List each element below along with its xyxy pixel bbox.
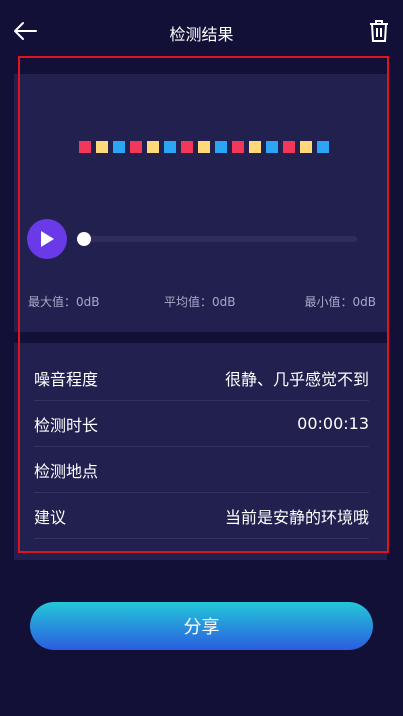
playback-progress-track[interactable] [84, 236, 357, 242]
share-button[interactable]: 分享 [30, 602, 373, 650]
page-title: 检测结果 [169, 25, 234, 44]
detail-value: 00:00:13 [297, 414, 369, 433]
level-square [300, 141, 312, 153]
level-square [232, 141, 244, 153]
level-indicator [79, 141, 329, 153]
detail-row-suggestion: 建议 当前是安静的环境哦 [34, 493, 369, 539]
level-square [249, 141, 261, 153]
playback-progress-knob[interactable] [77, 232, 91, 246]
detail-label: 噪音程度 [34, 369, 99, 389]
level-square [181, 141, 193, 153]
level-square [96, 141, 108, 153]
detail-label: 检测时长 [34, 415, 99, 435]
level-square [283, 141, 295, 153]
level-square [130, 141, 142, 153]
level-square [317, 141, 329, 153]
average-value: 平均值：0dB [164, 295, 236, 309]
level-square [215, 141, 227, 153]
min-value: 最小值：0dB [304, 295, 377, 309]
detail-label: 建议 [34, 507, 67, 527]
detail-value: 很静、几乎感觉不到 [224, 369, 369, 389]
detail-value: 当前是安静的环境哦 [224, 507, 369, 527]
level-square [198, 141, 210, 153]
level-square [164, 141, 176, 153]
trash-icon[interactable] [369, 19, 389, 43]
level-square [113, 141, 125, 153]
level-square [147, 141, 159, 153]
detail-row-location: 检测地点 [34, 447, 369, 493]
detail-label: 检测地点 [34, 461, 99, 481]
details-card: 噪音程度 很静、几乎感觉不到 检测时长 00:00:13 检测地点 建议 当前是… [14, 343, 387, 560]
detail-row-duration: 检测时长 00:00:13 [34, 401, 369, 447]
recording-card: 最大值：0dB 平均值：0dB 最小值：0dB [14, 74, 387, 332]
level-square [79, 141, 91, 153]
detail-row-noise-level: 噪音程度 很静、几乎感觉不到 [34, 355, 369, 401]
play-button[interactable] [27, 219, 67, 259]
play-icon [41, 231, 54, 247]
top-bar: 检测结果 [0, 0, 403, 62]
max-value: 最大值：0dB [28, 295, 100, 309]
level-square [266, 141, 278, 153]
